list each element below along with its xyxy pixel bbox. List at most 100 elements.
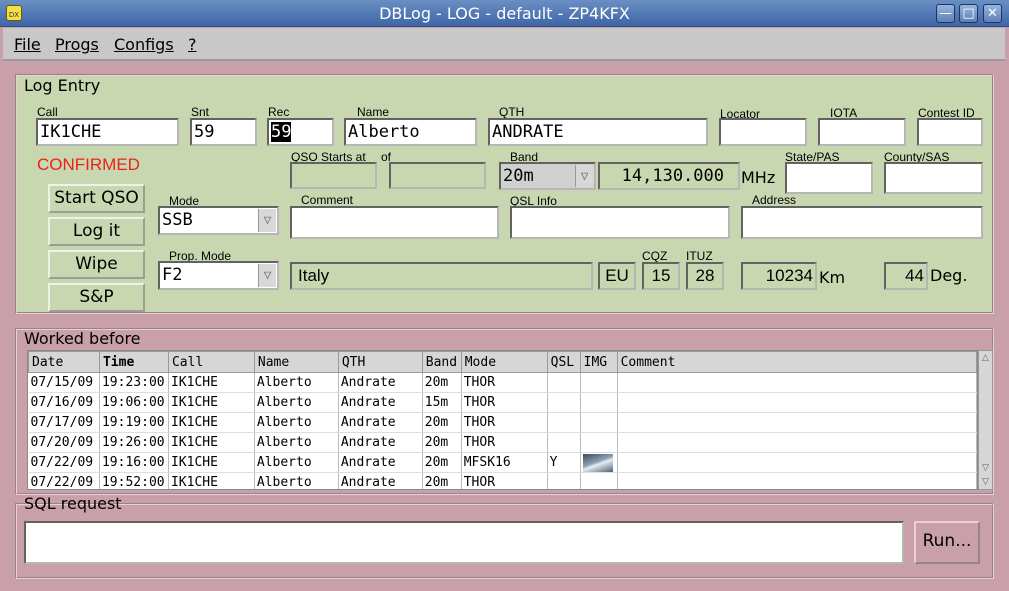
snt-input[interactable]: 59 [190,118,257,146]
qso-start-field[interactable] [290,162,377,189]
sql-request-title: SQL request [24,494,122,513]
address-label: Address [752,193,797,207]
cell-mode: MFSK16 [461,452,548,473]
call-input[interactable]: IK1CHE [36,118,179,146]
cell-name: Alberto [254,392,339,413]
cell-qth: Andrate [338,392,423,413]
wipe-button[interactable]: Wipe [48,250,145,279]
cell-call: IK1CHE [168,472,255,489]
chevron-down-icon[interactable]: ▽ [258,209,276,232]
qth-input[interactable]: ANDRATE [488,118,708,146]
cell-img [580,472,618,489]
cell-call: IK1CHE [168,412,255,433]
cell-name: Alberto [254,412,339,433]
table-row[interactable]: 07/17/09 19:19:00 IK1CHE Alberto Andrate 20m T… [28,412,977,433]
menu-help[interactable]: ? [188,35,197,54]
mode-select[interactable]: SSB ▽ [158,206,279,235]
address-input[interactable] [741,206,983,239]
worked-before-title: Worked before [24,329,141,348]
scroll-down-icon[interactable]: ▽ [980,462,991,474]
menu-configs[interactable]: Configs [114,35,174,54]
column-band[interactable]: Band [421,351,462,373]
of-field[interactable] [389,162,486,189]
cell-band: 15m [422,392,462,413]
table-body: 07/15/09 19:23:00 IK1CHE Alberto Andrate 20m T… [28,372,977,489]
scroll-up-icon[interactable]: △ [980,352,991,364]
column-comment[interactable]: Comment [616,351,977,373]
cell-band: 20m [422,472,462,489]
prop-mode-select[interactable]: F2 ▽ [158,261,279,290]
rec-label: Rec [268,105,290,119]
cell-date: 07/22/09 [28,452,100,473]
column-date[interactable]: Date [28,351,100,373]
start-qso-button[interactable]: Start QSO [48,184,145,213]
column-qth[interactable]: QTH [337,351,423,373]
log-entry-title: Log Entry [24,76,101,95]
name-input[interactable]: Alberto [344,118,477,146]
table-row[interactable]: 07/20/09 19:26:00 IK1CHE Alberto Andrate 20m T… [28,432,977,453]
state-input[interactable] [785,162,873,194]
table-row[interactable]: 07/22/09 19:16:00 IK1CHE Alberto Andrate 20m M… [28,452,977,473]
table-row[interactable]: 07/15/09 19:23:00 IK1CHE Alberto Andrate 20m T… [28,372,977,393]
cell-time: 19:06:00 [99,392,169,413]
sp-button[interactable]: S&P [48,283,145,312]
cell-mode: THOR [461,392,548,413]
table-row[interactable]: 07/22/09 19:52:00 IK1CHE Alberto Andrate 20m T… [28,472,977,489]
cell-qsl [547,372,581,393]
rec-input[interactable]: 59 [267,118,334,146]
cell-qth: Andrate [338,412,423,433]
cell-qsl [547,472,581,489]
county-input[interactable] [884,162,983,194]
table-row[interactable]: 07/16/09 19:06:00 IK1CHE Alberto Andrate 15m T… [28,392,977,413]
column-call[interactable]: Call [167,351,255,373]
cell-date: 07/22/09 [28,472,100,489]
window-title: DBLog - LOG - default - ZP4KFX [379,4,630,23]
confirmed-status: CONFIRMED [37,155,140,174]
comment-input[interactable] [290,206,499,239]
contest-id-input[interactable] [917,118,983,146]
title-bar[interactable]: DX DBLog - LOG - default - ZP4KFX — □ ✕ [0,0,1009,27]
run-button[interactable]: Run... [914,521,980,564]
minimize-icon[interactable]: — [936,4,955,23]
cell-band: 20m [422,452,462,473]
cell-date: 07/16/09 [28,392,100,413]
worked-before-table[interactable]: Date Time Call Name QTH Band Mode QSL IM… [27,350,978,490]
column-name[interactable]: Name [253,351,339,373]
cell-date: 07/15/09 [28,372,100,393]
menu-bar: File Progs Configs ? [3,28,1005,61]
cell-band: 20m [422,432,462,453]
cell-call: IK1CHE [168,432,255,453]
maximize-icon[interactable]: □ [959,4,978,23]
column-mode[interactable]: Mode [460,351,548,373]
table-header-row: Date Time Call Name QTH Band Mode QSL IM… [28,351,977,373]
cell-mode: THOR [461,372,548,393]
cell-qsl [547,432,581,453]
cell-qth: Andrate [338,452,423,473]
cell-qth: Andrate [338,372,423,393]
column-img[interactable]: IMG [579,351,618,373]
cell-img [580,412,618,433]
band-select[interactable]: 20m ▽ [499,162,596,190]
chevron-down-icon[interactable]: ▽ [258,264,276,287]
column-qsl[interactable]: QSL [546,351,581,373]
menu-file[interactable]: File [14,35,41,54]
qsl-info-input[interactable] [510,206,730,239]
close-icon[interactable]: ✕ [983,4,1002,23]
iota-input[interactable] [818,118,906,146]
distance-unit: Km [819,268,846,287]
column-time[interactable]: Time [98,351,169,373]
scroll-end-icon[interactable]: ▽ [980,476,991,488]
band-value: 20m [503,166,534,186]
distance-display: 10234 [741,262,817,290]
cell-band: 20m [422,412,462,433]
chevron-down-icon[interactable]: ▽ [575,165,593,187]
menu-progs[interactable]: Progs [55,35,99,54]
rec-selected-text: 59 [271,122,292,142]
sql-query-input[interactable] [24,521,904,564]
prop-mode-value: F2 [162,265,183,285]
log-it-button[interactable]: Log it [48,217,145,246]
qsl-thumbnail-image[interactable] [582,453,613,472]
frequency-unit: MHz [741,168,776,187]
locator-input[interactable] [719,118,807,146]
table-scrollbar[interactable]: △ ▽ ▽ [978,350,993,490]
